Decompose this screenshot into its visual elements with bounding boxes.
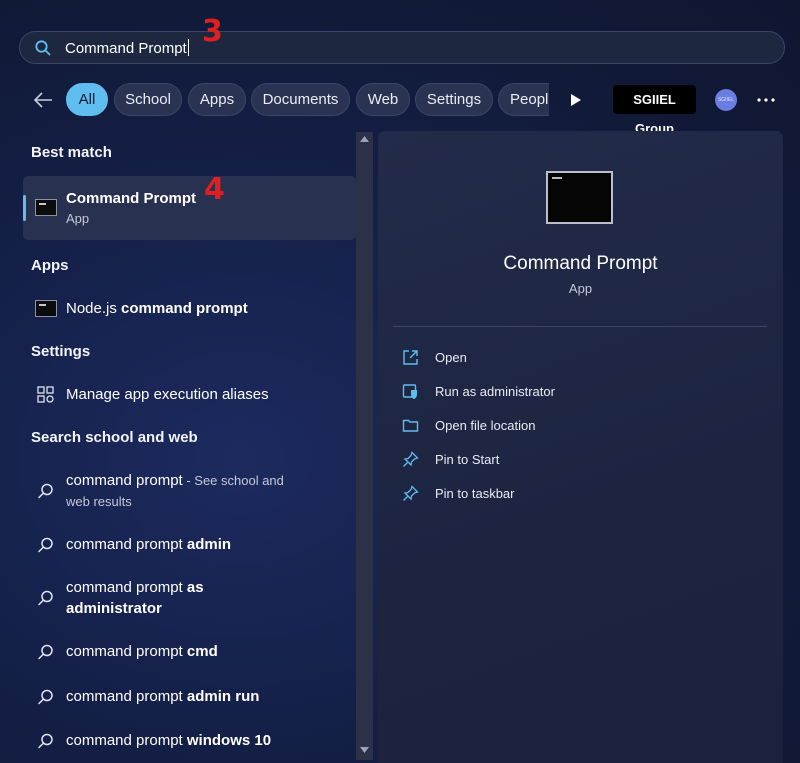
details-panel: Command Prompt App Open Run as administr…	[378, 131, 783, 763]
apps-heading: Apps	[31, 257, 69, 274]
list-item-label: Node.js command prompt	[66, 300, 248, 317]
best-match-item[interactable]: Command Prompt App	[23, 176, 356, 240]
run-as-admin-label: Run as administrator	[435, 384, 555, 399]
tab-web[interactable]: Web	[356, 83, 410, 116]
admin-shield-icon	[402, 384, 417, 399]
search-input[interactable]: Command Prompt	[65, 39, 189, 57]
open-label: Open	[435, 350, 467, 365]
tab-all[interactable]: All	[66, 83, 108, 116]
list-item[interactable]: Node.js command prompt	[23, 297, 368, 321]
tab-people[interactable]: Peopl	[498, 83, 549, 116]
tab-settings[interactable]: Settings	[415, 83, 493, 116]
tab-apps[interactable]: Apps	[188, 83, 246, 116]
settings-app-icon	[37, 386, 54, 403]
best-match-heading: Best match	[31, 144, 112, 161]
list-item[interactable]: Manage app execution aliases	[23, 383, 368, 407]
scroll-tabs-right-icon[interactable]	[570, 93, 582, 107]
more-options-icon[interactable]	[757, 98, 775, 102]
command-prompt-icon	[35, 199, 57, 216]
search-icon	[38, 590, 53, 606]
tab-documents[interactable]: Documents	[251, 83, 350, 116]
settings-heading: Settings	[31, 343, 91, 360]
best-match-subtitle: App	[66, 211, 90, 226]
list-item-label: command prompt cmd	[66, 643, 218, 660]
pin-to-start-label: Pin to Start	[435, 452, 500, 467]
folder-icon	[402, 419, 419, 432]
divider	[393, 326, 767, 327]
pin-icon	[403, 451, 419, 467]
pin-icon	[403, 485, 419, 501]
org-badge[interactable]: SGIIEL Group	[613, 85, 696, 136]
search-web-heading: Search school and web	[31, 429, 198, 446]
search-icon	[38, 644, 53, 660]
back-arrow-icon[interactable]	[32, 89, 54, 111]
list-item[interactable]: command prompt cmd	[23, 640, 368, 664]
step-annotation-3: 3	[202, 14, 223, 49]
search-icon	[35, 40, 51, 56]
search-icon	[38, 537, 53, 553]
list-item-label: command prompt admin	[66, 536, 232, 553]
pin-to-taskbar-label: Pin to taskbar	[435, 486, 515, 501]
open-file-location-label: Open file location	[435, 418, 536, 433]
selection-indicator	[23, 195, 26, 221]
step-annotation-4: 4	[204, 172, 225, 207]
details-subtitle: App	[568, 281, 593, 296]
command-prompt-large-icon	[546, 171, 613, 224]
list-item[interactable]: command prompt admin run	[23, 685, 368, 709]
list-item-label: command prompt as administrator	[66, 579, 204, 617]
details-title: Command Prompt	[503, 253, 658, 274]
list-item-label: command prompt admin run	[66, 688, 260, 705]
list-item[interactable]: command prompt windows 10	[23, 729, 368, 753]
search-icon	[38, 733, 53, 749]
list-item-label: command prompt windows 10	[66, 732, 272, 749]
scrollbar[interactable]	[356, 132, 373, 760]
tab-school[interactable]: School	[114, 83, 182, 116]
search-icon	[38, 483, 53, 499]
scroll-down-icon[interactable]	[360, 747, 369, 753]
best-match-title: Command Prompt	[66, 190, 197, 207]
scroll-up-icon[interactable]	[360, 136, 369, 142]
search-icon	[38, 689, 53, 705]
list-item[interactable]: command prompt - See school and web resu…	[23, 470, 368, 514]
open-icon	[403, 350, 418, 365]
list-item-label: Manage app execution aliases	[66, 386, 269, 403]
list-item[interactable]: command prompt as administrator	[23, 577, 368, 621]
list-item-label: command prompt - See school and web resu…	[66, 472, 284, 509]
search-box[interactable]: Command Prompt	[19, 31, 785, 64]
avatar[interactable]: SGIIEL	[715, 89, 737, 111]
command-prompt-icon	[35, 300, 57, 317]
list-item[interactable]: command prompt admin	[23, 533, 368, 557]
